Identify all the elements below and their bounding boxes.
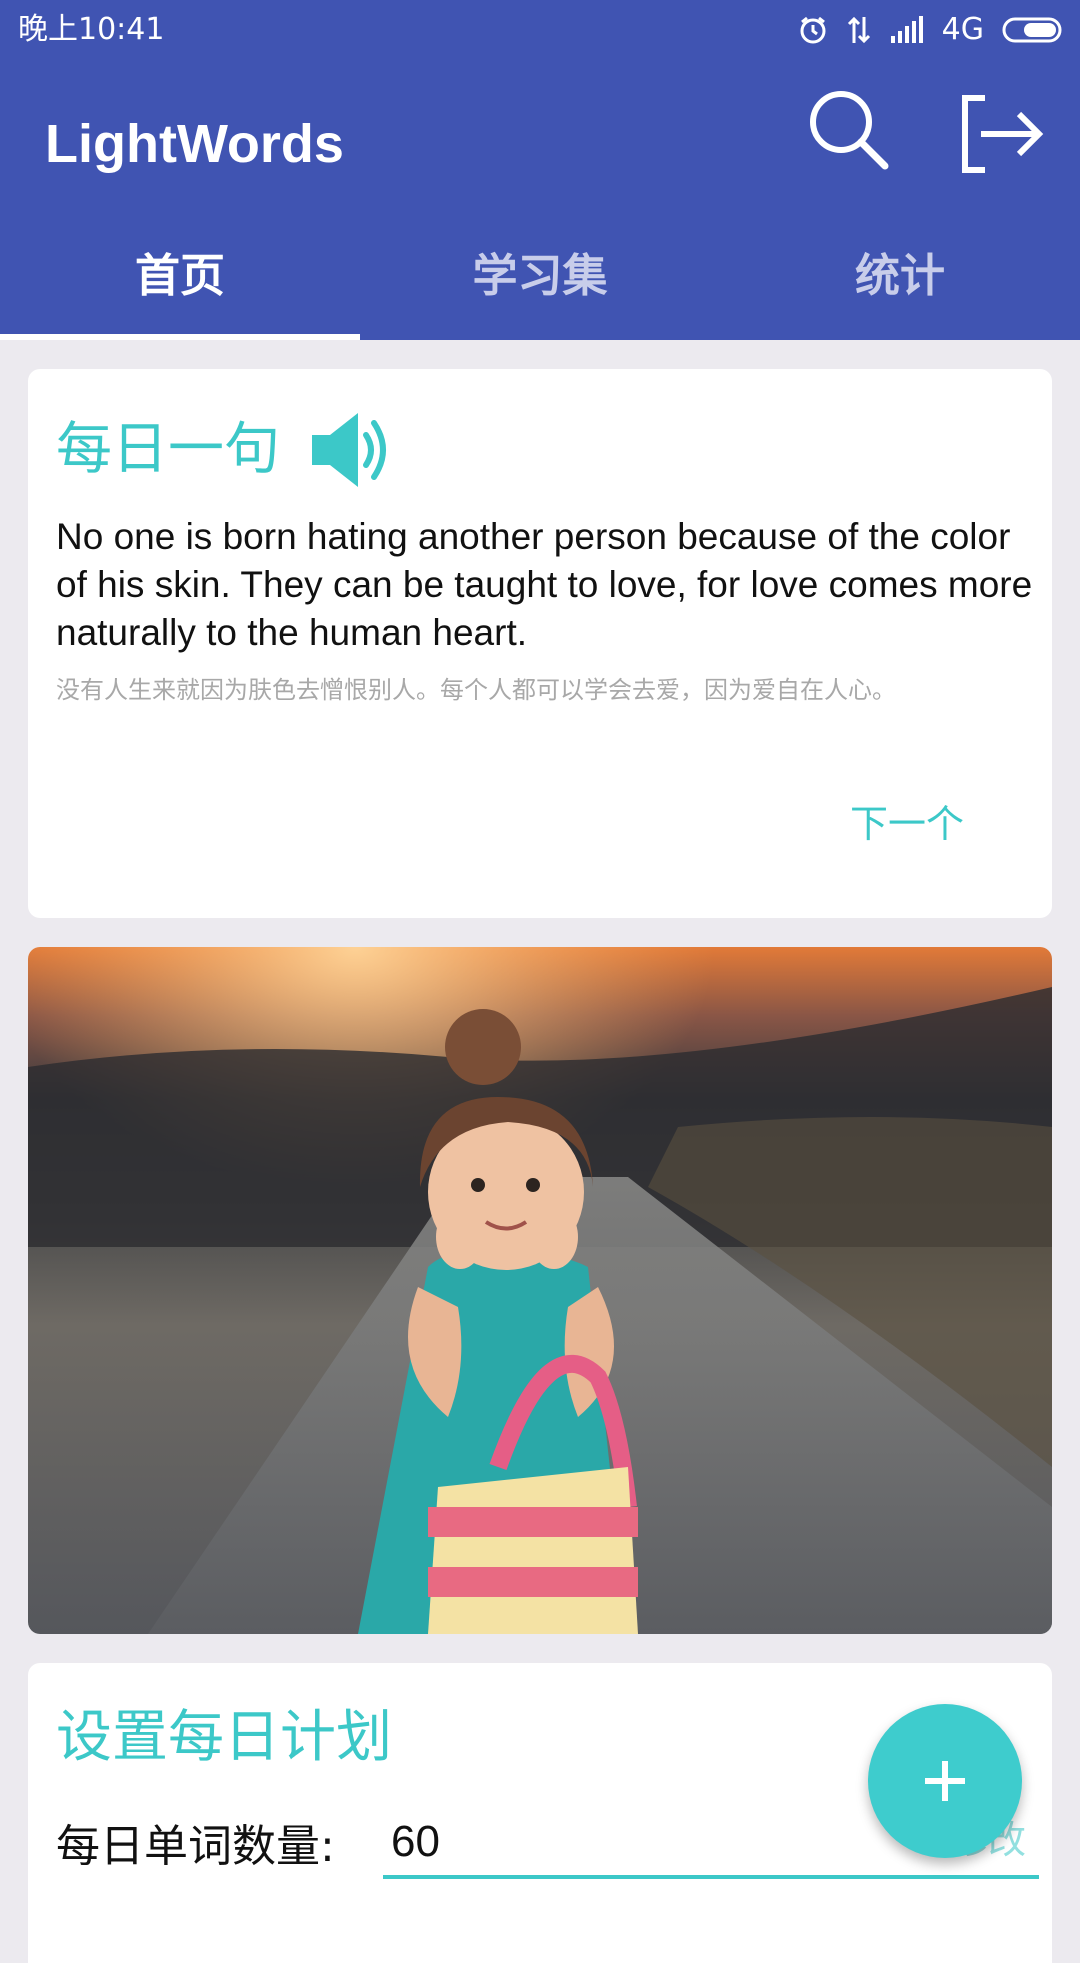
daily-sentence-heading: 每日一句 <box>56 409 400 491</box>
tab-bar: 首页 学习集 统计 <box>0 220 1080 340</box>
next-sentence-button[interactable]: 下一个 <box>850 799 964 849</box>
tab-statistics[interactable]: 统计 <box>720 220 1080 332</box>
status-icons: 4G <box>798 10 1066 50</box>
search-icon <box>810 91 889 170</box>
add-fab-button[interactable] <box>868 1704 1022 1858</box>
tab-study-sets[interactable]: 学习集 <box>360 220 720 332</box>
photo-card <box>28 947 1052 1634</box>
daily-sentence-english: No one is born hating another person bec… <box>56 516 1033 653</box>
data-transfer-icon <box>847 16 870 44</box>
tab-indicator <box>0 334 360 340</box>
speaker-icon[interactable] <box>308 409 400 491</box>
status-time: 晚上10:41 <box>18 12 165 47</box>
daily-sentence-title: 每日一句 <box>56 417 280 482</box>
battery-icon <box>1002 17 1062 43</box>
status-bar: 晚上10:41 4G <box>0 0 1080 60</box>
daily-sentence-chinese: 没有人生来就因为肤色去憎恨别人。每个人都可以学会去爱，因为爱自在人心。 <box>56 676 896 704</box>
plus-icon <box>925 1761 965 1801</box>
daily-sentence-card: 每日一句 No one is born hating another perso… <box>28 369 1052 918</box>
signal-icon <box>890 16 923 43</box>
photo-image <box>28 947 1052 1634</box>
tab-home[interactable]: 首页 <box>0 220 360 332</box>
exit-button[interactable] <box>955 90 1045 180</box>
daily-plan-title: 设置每日计划 <box>56 1705 392 1770</box>
search-button[interactable] <box>805 86 895 176</box>
exit-icon <box>962 95 1044 173</box>
word-count-label: 每日单词数量: <box>56 1821 335 1872</box>
app-title: LightWords <box>45 114 344 174</box>
network-type: 4G <box>941 12 984 47</box>
alarm-icon <box>800 16 826 44</box>
